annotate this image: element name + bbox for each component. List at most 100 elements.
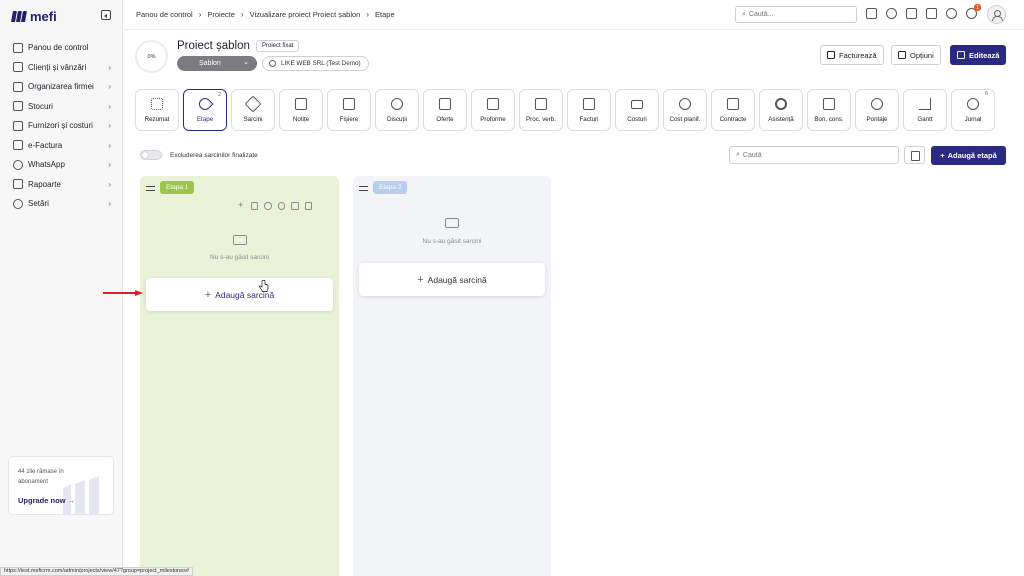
breadcrumb-dashboard[interactable]: Panou de control [136,10,193,19]
tab-label: Rezumat [144,116,170,123]
edit-button[interactable]: Editează [950,45,1007,65]
sliders-icon [898,51,906,59]
user-avatar[interactable] [987,5,1006,24]
stage-search-input[interactable] [742,151,893,159]
edit-icon[interactable] [250,202,258,210]
stage-column-1: Etapa 1 + Nu s-au găsit sarcini + Adaugă… [140,176,339,576]
sidebar-item-stock[interactable]: Stocuri › [0,97,123,117]
add-icon[interactable]: + [237,201,245,210]
add-task-button[interactable]: + Adaugă sarcină [146,278,333,311]
tasks-check-icon[interactable] [926,8,937,19]
tab-timesheets[interactable]: Pontaje [855,89,899,131]
sidebar-item-organization[interactable]: Organizarea firmei › [0,77,123,97]
calendar-icon[interactable] [906,8,917,19]
tab-costs[interactable]: Costuri [615,89,659,131]
tab-notes[interactable]: Notițe [279,89,323,131]
tab-label: Proforme [480,116,506,123]
tab-proformas[interactable]: Proforme [471,89,515,131]
invoice-button[interactable]: Facturează [820,45,884,65]
note-icon [295,98,307,110]
receipt-icon [823,98,835,110]
tab-offers[interactable]: Oferte [423,89,467,131]
chevron-right-icon: › [240,10,244,19]
tab-gantt[interactable]: Gantt [903,89,947,131]
options-button[interactable]: Opțiuni [891,45,941,65]
breadcrumb-project[interactable]: Vizualizare proiect Proiect șablon [250,10,361,19]
breadcrumb: Panou de control › Proiecte › Vizualizar… [136,10,395,19]
sidebar-item-settings[interactable]: Setări › [0,194,123,214]
tab-support[interactable]: Asistență [759,89,803,131]
sidebar-item-suppliers[interactable]: Furnizori și costuri › [0,116,123,136]
tab-label: Asistență [768,116,794,123]
sidebar-item-whatsapp[interactable]: WhatsApp › [0,155,123,175]
plus-icon: + [940,151,945,160]
tab-consumption[interactable]: Bon. cons. [807,89,851,131]
empty-state-text: Nu s-au găsit sarcini [422,238,482,245]
box-icon [13,101,23,112]
drag-handle-icon[interactable] [359,186,368,191]
timer-icon[interactable] [886,8,897,19]
tab-contracts[interactable]: Contracte [711,89,755,131]
trash-icon[interactable] [291,202,299,210]
sidebar-item-label: Furnizori și costuri [28,121,93,131]
stage-column-2: Etapa 2 Nu s-au găsit sarcini + Adaugă s… [353,176,551,576]
proforma-icon [487,98,499,110]
tab-label: Fișiere [339,116,359,123]
sidebar-collapse-icon[interactable] [101,10,111,20]
tab-label: Facturi [579,116,599,123]
arrow-right-icon: → [67,496,76,505]
chat-icon[interactable] [946,8,957,19]
chevron-right-icon: › [108,101,111,111]
tab-journal[interactable]: 6 Jurnal [951,89,995,131]
sidebar-item-label: Panou de control [28,43,89,53]
chevron-right-icon: › [366,10,370,19]
pinned-badge[interactable]: Proiect fixat [256,40,300,52]
tab-invoices[interactable]: Facturi [567,89,611,131]
template-select[interactable]: Șablon ⌄ [177,56,257,71]
tab-tasks[interactable]: Sarcini [231,89,275,131]
logo-text: mefi [30,9,57,24]
upgrade-link[interactable]: Upgrade now → [18,496,75,505]
stage-name-badge[interactable]: Etapa 1 [160,181,195,194]
piggy-icon [679,98,691,110]
global-search-input[interactable] [748,11,844,18]
sidebar-item-dashboard[interactable]: Panou de control [0,38,123,58]
tab-summary[interactable]: Rezumat [135,89,179,131]
tab-files[interactable]: Fișiere [327,89,371,131]
tab-label: Oferte [436,116,454,123]
palette-icon[interactable] [277,202,285,210]
chevron-right-icon: › [108,140,111,150]
drag-handle-icon[interactable] [146,186,155,191]
tab-label: Bon. cons. [814,116,844,123]
exclude-finished-toggle[interactable] [140,150,162,160]
tab-discussions[interactable]: Discuții [375,89,419,131]
logo[interactable]: mefi [11,9,57,24]
sidebar-item-label: Clienți și vânzări [28,62,87,72]
add-stage-button[interactable]: + Adaugă etapă [931,146,1006,165]
tab-label: Sarcini [243,116,263,123]
sidebar-item-clients[interactable]: Clienți și vânzări › [0,58,123,78]
tab-planned-cost[interactable]: Cost planif. [663,89,707,131]
report-icon [535,98,547,110]
stage-search[interactable]: ⌕ [729,146,899,164]
home-icon [13,42,23,53]
global-search[interactable]: ⌕ [735,6,857,23]
tab-label: Costuri [627,116,647,123]
sidebar-item-efactura[interactable]: e-Factura › [0,136,123,156]
breadcrumb-projects[interactable]: Proiecte [207,10,235,19]
view-toggle-button[interactable] [904,146,925,164]
tab-reports[interactable]: Proc. verb. [519,89,563,131]
exclude-finished-label: Excluderea sarcinilor finalizate [170,152,258,159]
bell-icon[interactable]: 1 [966,4,981,19]
tab-stages[interactable]: 2 Etape [183,89,227,131]
sidebar-nav: Panou de control Clienți și vânzări › Or… [0,38,123,214]
add-task-button[interactable]: + Adaugă sarcină [359,263,545,296]
document-icon[interactable] [304,202,312,210]
invoice-button-label: Facturează [839,50,877,60]
add-icon[interactable] [866,8,877,19]
stage-name-badge[interactable]: Etapa 2 [373,181,408,194]
client-chip[interactable]: LIKE WEB SRL (Test Demo) [262,56,369,71]
client-name: LIKE WEB SRL (Test Demo) [281,60,361,67]
timer-icon[interactable] [264,202,272,210]
sidebar-item-reports[interactable]: Rapoarte › [0,175,123,195]
